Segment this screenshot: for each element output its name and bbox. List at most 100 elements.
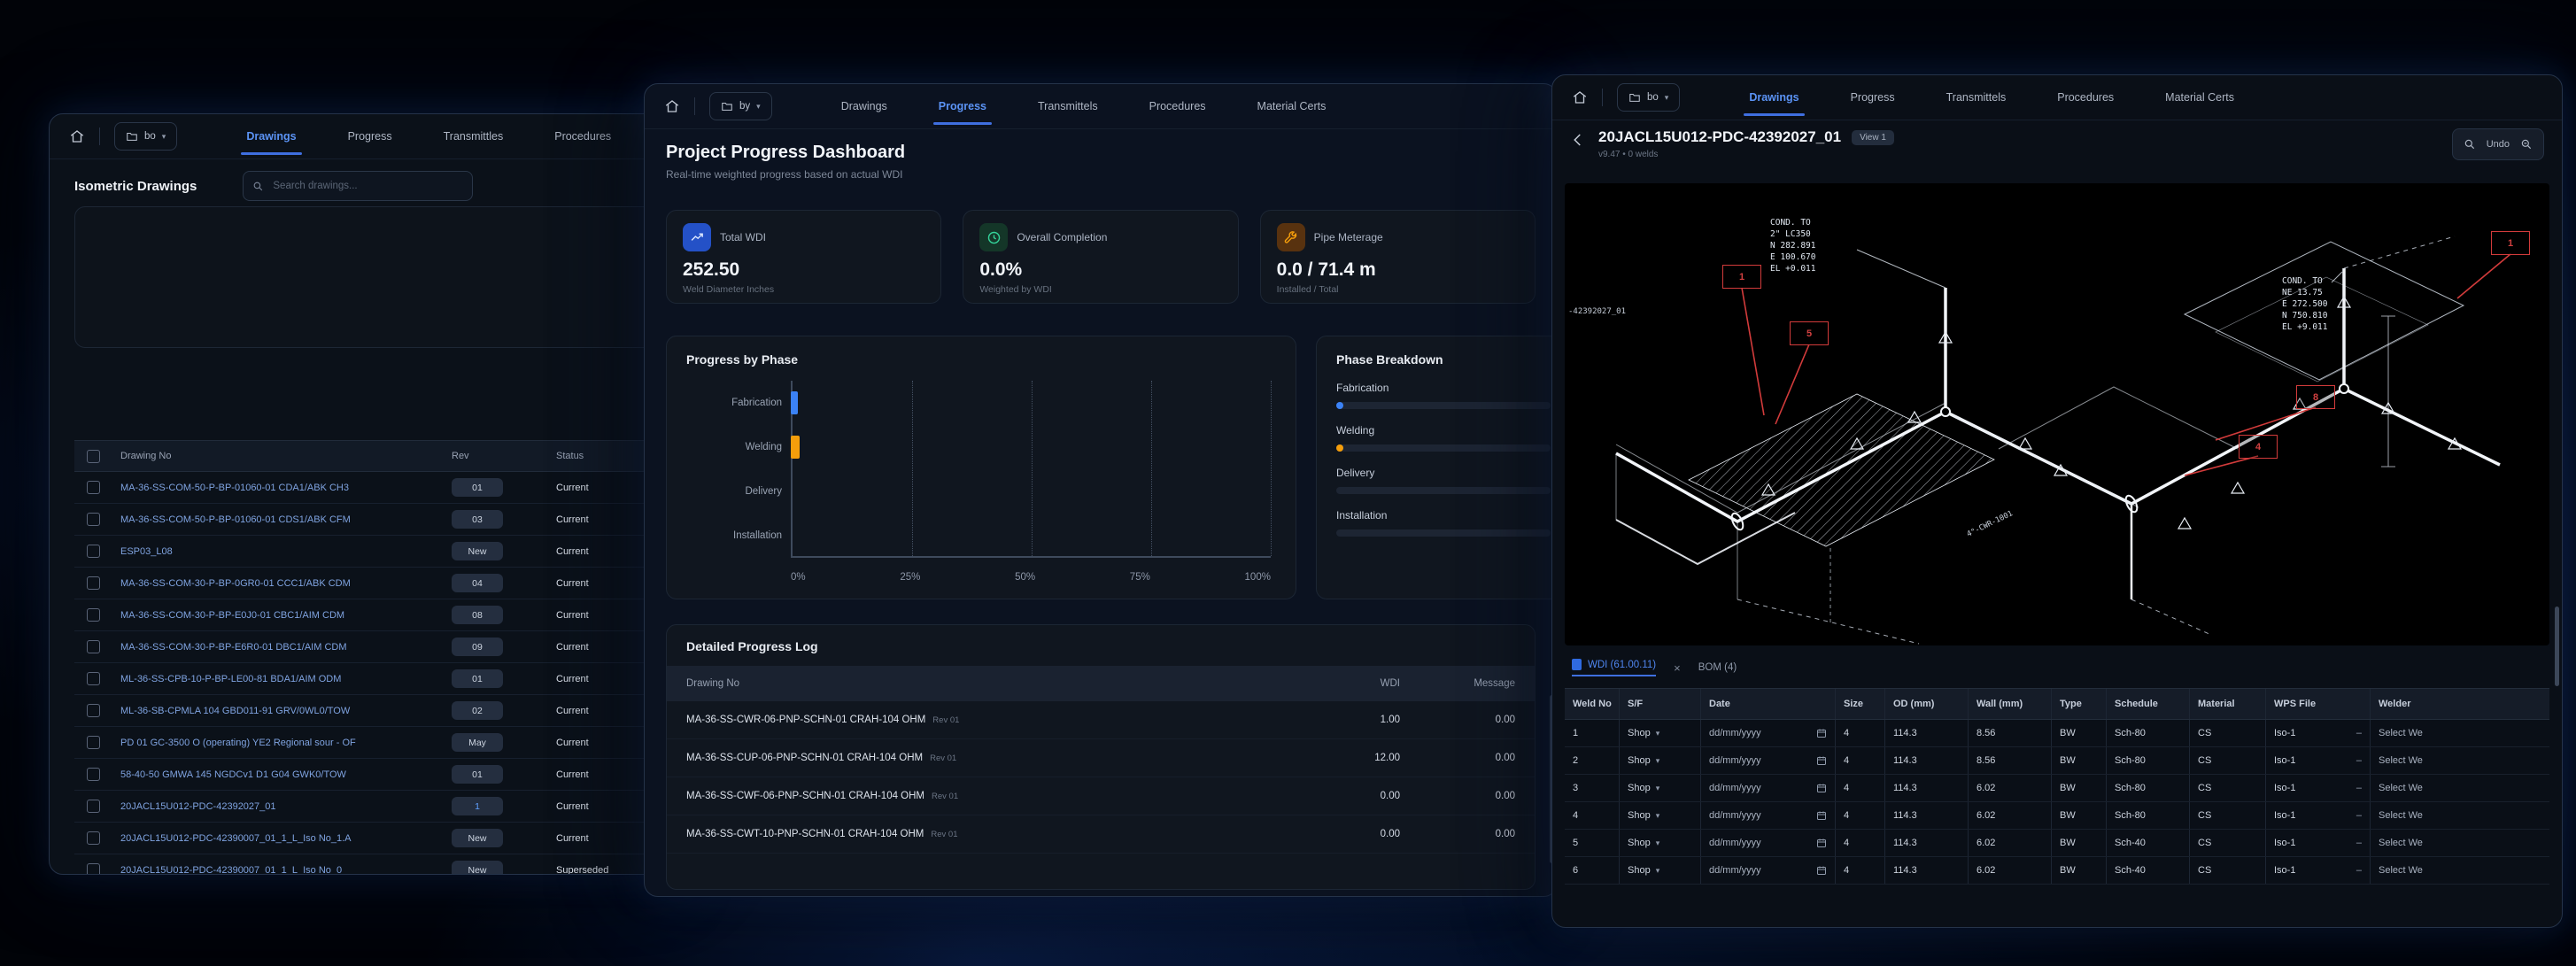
- undo-button[interactable]: Undo: [2487, 139, 2510, 150]
- drawing-no-link[interactable]: 58-40-50 GMWA 145 NGDCv1 D1 G04 GWK0/TOW: [120, 769, 452, 780]
- row-checkbox[interactable]: [87, 576, 100, 590]
- welder-select[interactable]: Select We: [2371, 857, 2549, 884]
- drawing-no-link[interactable]: 20JACL15U012-PDC-42390007_01_1_L_Iso No_…: [120, 833, 452, 844]
- weld-flag[interactable]: 8: [2296, 385, 2335, 409]
- folder-dropdown[interactable]: bo ▾: [1617, 83, 1680, 112]
- row-checkbox[interactable]: [87, 545, 100, 558]
- zoom-reset-icon[interactable]: [2520, 138, 2533, 151]
- chevron-down-icon: ▾: [1656, 838, 1660, 848]
- drawing-no-link[interactable]: PD 01 GC-3500 O (operating) YE2 Regional…: [120, 738, 452, 748]
- home-icon[interactable]: [664, 98, 680, 114]
- bar-track: [791, 524, 1271, 547]
- remove-wps-button[interactable]: –: [2356, 810, 2362, 821]
- sf-dropdown[interactable]: Shop▾: [1628, 838, 1659, 848]
- welder-select[interactable]: Select We: [2371, 747, 2549, 774]
- isometric-drawing-canvas[interactable]: COND. TO 2" LC350 N 282.891 E 100.670 EL…: [1565, 183, 2549, 645]
- size-cell: 4: [1836, 775, 1885, 801]
- drawing-no-link[interactable]: 20JACL15U012-PDC-42390007_01_1_L_Iso No_…: [120, 865, 452, 875]
- date-input[interactable]: dd/mm/yyyy: [1709, 838, 1827, 848]
- drawing-no-link[interactable]: ESP03_L08: [120, 546, 452, 557]
- weld-no-cell: 5: [1565, 830, 1620, 856]
- close-icon[interactable]: ×: [1674, 661, 1681, 675]
- drawing-no-link[interactable]: MA-36-SS-COM-30-P-BP-E0J0-01 CBC1/AIM CD…: [120, 610, 452, 621]
- drawing-no-link[interactable]: ML-36-SB-CPMLA 104 GBD011-91 GRV/0WL0/TO…: [120, 706, 452, 716]
- nav-tab[interactable]: Drawings: [841, 84, 887, 128]
- row-checkbox[interactable]: [87, 768, 100, 781]
- search-box[interactable]: [243, 171, 473, 201]
- row-checkbox[interactable]: [87, 831, 100, 845]
- tab-wdi[interactable]: WDI (61.00.11): [1572, 659, 1656, 676]
- remove-wps-button[interactable]: –: [2356, 728, 2362, 738]
- table-body: MA-36-SS-COM-50-P-BP-01060-01 CDA1/ABK C…: [74, 472, 689, 874]
- nav-tab[interactable]: Material Certs: [2165, 75, 2234, 120]
- folder-dropdown[interactable]: bo ▾: [114, 122, 177, 151]
- nav-tab[interactable]: Procedures: [1149, 84, 1206, 128]
- row-checkbox[interactable]: [87, 704, 100, 717]
- weld-row: 4 Shop▾ dd/mm/yyyy 4 114.3 6.02 BW Sch-8…: [1565, 802, 2549, 830]
- date-input[interactable]: dd/mm/yyyy: [1709, 783, 1827, 793]
- drawing-no-link[interactable]: MA-36-SS-COM-50-P-BP-01060-01 CDA1/ABK C…: [120, 483, 452, 493]
- rev-cell: New: [452, 861, 556, 874]
- row-checkbox[interactable]: [87, 481, 100, 494]
- nav-tab[interactable]: Procedures: [2057, 75, 2114, 120]
- date-input[interactable]: dd/mm/yyyy: [1709, 865, 1827, 876]
- nav-tab[interactable]: Transmittels: [1038, 84, 1098, 128]
- row-checkbox[interactable]: [87, 863, 100, 874]
- drawing-part-label: -42392027_01: [1568, 307, 1626, 316]
- date-input[interactable]: dd/mm/yyyy: [1709, 810, 1827, 821]
- date-input[interactable]: dd/mm/yyyy: [1709, 728, 1827, 738]
- folder-dropdown[interactable]: by ▾: [709, 92, 772, 120]
- weld-flag[interactable]: 1: [2491, 231, 2530, 255]
- left-topbar: bo ▾ Drawings Progress Transmittles Procedu…: [50, 114, 689, 159]
- welder-select[interactable]: Select We: [2371, 720, 2549, 746]
- welder-select[interactable]: Select We: [2371, 802, 2549, 829]
- column-wps: WPS File: [2266, 689, 2371, 719]
- row-checkbox[interactable]: [87, 513, 100, 526]
- weld-flag[interactable]: 5: [1790, 321, 1829, 345]
- drawing-no-link[interactable]: MA-36-SS-COM-50-P-BP-01060-01 CDS1/ABK C…: [120, 514, 452, 525]
- nav-tab[interactable]: Drawings: [246, 114, 296, 158]
- nav-tab[interactable]: Transmittles: [444, 114, 504, 158]
- sf-dropdown[interactable]: Shop▾: [1628, 755, 1659, 766]
- row-checkbox[interactable]: [87, 672, 100, 685]
- search-input[interactable]: [271, 180, 463, 192]
- nav-tab[interactable]: Progress: [348, 114, 392, 158]
- drawing-no-link[interactable]: MA-36-SS-COM-30-P-BP-E6R0-01 DBC1/AIM CD…: [120, 642, 452, 653]
- remove-wps-button[interactable]: –: [2356, 755, 2362, 766]
- drawing-no-link[interactable]: ML-36-SS-CPB-10-P-BP-LE00-81 BDA1/AIM OD…: [120, 674, 452, 684]
- nav-tab[interactable]: Drawings: [1749, 75, 1799, 120]
- nav-tab[interactable]: Material Certs: [1257, 84, 1327, 128]
- weld-flag[interactable]: 4: [2239, 435, 2278, 459]
- nav-tab[interactable]: Transmittels: [1946, 75, 2007, 120]
- weld-no-cell: 1: [1565, 720, 1620, 746]
- scrollbar[interactable]: [2555, 607, 2559, 686]
- home-icon[interactable]: [1572, 89, 1588, 105]
- drawing-no-link[interactable]: 20JACL15U012-PDC-42392027_01: [120, 801, 452, 812]
- sf-dropdown[interactable]: Shop▾: [1628, 810, 1659, 821]
- welder-select[interactable]: Select We: [2371, 775, 2549, 801]
- nav-tab[interactable]: Procedures: [554, 114, 611, 158]
- drawing-no-link[interactable]: MA-36-SS-COM-30-P-BP-0GR0-01 CCC1/ABK CD…: [120, 578, 452, 589]
- remove-wps-button[interactable]: –: [2356, 838, 2362, 848]
- table-header: Drawing No Rev Status: [74, 440, 689, 472]
- home-icon[interactable]: [69, 128, 85, 144]
- back-button[interactable]: [1570, 132, 1586, 148]
- remove-wps-button[interactable]: –: [2356, 865, 2362, 876]
- welder-select[interactable]: Select We: [2371, 830, 2549, 856]
- nav-tab[interactable]: Progress: [1851, 75, 1895, 120]
- sf-dropdown[interactable]: Shop▾: [1628, 783, 1659, 793]
- row-checkbox[interactable]: [87, 736, 100, 749]
- search-icon[interactable]: [2464, 138, 2476, 151]
- sf-dropdown[interactable]: Shop▾: [1628, 728, 1659, 738]
- tab-bom[interactable]: BOM (4): [1698, 662, 1737, 673]
- select-all-checkbox[interactable]: [87, 450, 100, 463]
- od-cell: 114.3: [1885, 830, 1969, 856]
- row-checkbox[interactable]: [87, 800, 100, 813]
- date-input[interactable]: dd/mm/yyyy: [1709, 755, 1827, 766]
- sf-dropdown[interactable]: Shop▾: [1628, 865, 1659, 876]
- nav-tab[interactable]: Progress: [939, 84, 986, 128]
- remove-wps-button[interactable]: –: [2356, 783, 2362, 793]
- row-checkbox[interactable]: [87, 608, 100, 622]
- weld-flag[interactable]: 1: [1722, 265, 1761, 289]
- row-checkbox[interactable]: [87, 640, 100, 653]
